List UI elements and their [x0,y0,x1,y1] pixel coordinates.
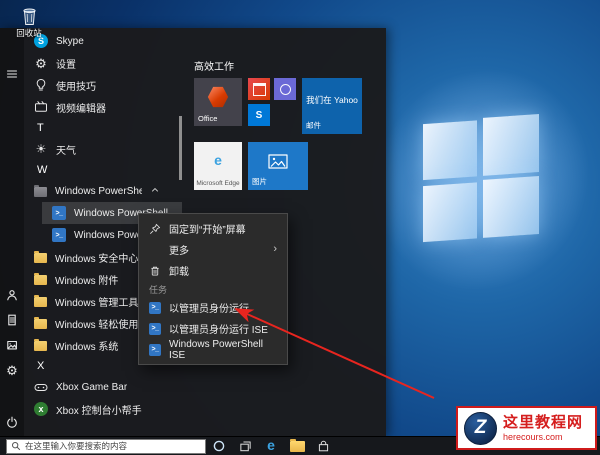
cortana-button[interactable] [206,437,232,455]
context-item-run-as-admin[interactable]: 以管理员身份运行 [139,297,287,318]
tile-small-calendar[interactable] [248,78,270,100]
chevron-up-icon [150,185,160,198]
search-input[interactable] [25,441,201,451]
folder-icon [34,294,47,307]
file-explorer-button[interactable] [284,437,310,455]
weather-sun-icon [34,142,48,156]
xbox-icon [34,402,48,416]
lightbulb-icon [34,78,48,92]
start-menu-rail [0,28,24,437]
watermark-site-name: 这里教程网 [503,414,584,432]
tile-photos[interactable]: 图片 [248,142,308,190]
watermark-logo [464,411,497,445]
recycle-bin-icon [22,8,36,25]
mail-promo-text: 我们在 Yahoo [306,95,358,105]
pictures-icon [7,340,17,350]
edge-icon [194,144,242,172]
document-icon [8,314,16,326]
edge-taskbar-button[interactable] [258,437,284,455]
app-list-item-video-editor[interactable]: 视频编辑器 [24,96,182,118]
power-icon [7,416,17,428]
app-list-section-T[interactable]: T [24,118,182,138]
cortana-icon [213,440,225,452]
context-menu: 固定到“开始”屏幕 更多 卸载 任务 以管理员身份运行 以管理员身份运行 ISE… [138,213,288,365]
app-list-group-windows-powershell[interactable]: Windows PowerShell [24,180,182,202]
app-list-item-settings[interactable]: 设置 [24,52,182,74]
hamburger-icon [6,70,18,78]
desktop: 回收站 ⚙ S Skype ⚙ 设置 使用技巧 视频编辑器 T ☀ 天气 W W… [0,0,600,455]
documents-button[interactable] [0,308,24,332]
taskbar-search-box[interactable] [6,438,206,454]
folder-icon [34,338,47,351]
pictures-button[interactable] [0,333,24,357]
recycle-bin-label: 回收站 [16,28,42,38]
office-logo-icon [207,86,229,108]
context-item-pin-to-start[interactable]: 固定到“开始”屏幕 [139,218,287,239]
photos-icon [268,154,288,169]
chevron-right-icon [273,244,277,255]
app-list-item-weather[interactable]: 天气 [24,138,182,160]
gamepad-icon [34,380,48,394]
tile-small-people[interactable] [274,78,296,100]
tile-group-title: 高效工作 [194,62,234,73]
app-list-item-tips[interactable]: 使用技巧 [24,74,182,96]
folder-icon [34,316,47,329]
app-list-section-W[interactable]: W [24,160,182,180]
user-icon [7,290,17,301]
powershell-icon [52,228,66,242]
powershell-ise-icon [149,322,161,335]
powershell-icon [52,206,66,220]
context-item-uninstall[interactable]: 卸载 [139,260,287,281]
context-section-tasks: 任务 [149,284,168,295]
context-item-powershell-ise[interactable]: Windows PowerShell ISE [139,339,287,361]
app-list-item-xbox-console-companion[interactable]: Xbox 控制台小帮手 [24,398,182,420]
folder-icon [34,272,47,285]
video-editor-icon [34,100,48,114]
tile-microsoft-edge[interactable]: Microsoft Edge [194,142,242,190]
gear-icon [34,56,48,70]
windows-wallpaper-logo [375,62,589,298]
powershell-ise-icon [149,343,161,356]
watermark-site-url: herecours.com [503,431,563,442]
context-item-run-ise-as-admin[interactable]: 以管理员身份运行 ISE [139,318,287,339]
tile-office[interactable]: Office [194,78,242,126]
tile-mail[interactable]: 我们在 Yahoo 邮件 [302,78,362,134]
context-item-more[interactable]: 更多 [139,239,287,260]
folder-icon [289,438,305,452]
app-folder-icon [34,184,47,197]
app-list-item-xbox-game-bar[interactable]: Xbox Game Bar [24,376,182,398]
task-view-icon [239,441,251,451]
logo-glow [375,62,589,298]
recycle-bin[interactable]: 回收站 [8,6,50,39]
powershell-icon [149,301,161,314]
store-bag-icon [318,440,328,451]
settings-button[interactable] [0,358,24,382]
task-view-button[interactable] [232,437,258,455]
power-button[interactable] [0,410,24,434]
menu-expand-button[interactable] [0,62,24,86]
user-account-button[interactable] [0,283,24,307]
app-list-scrollbar[interactable] [179,116,182,180]
edge-icon [267,437,275,455]
pin-icon [149,223,161,235]
trash-icon [149,265,161,277]
store-button[interactable] [310,437,336,455]
site-watermark: 这里教程网 herecours.com [456,406,597,450]
search-icon [11,441,21,451]
tile-small-skype[interactable] [248,104,270,126]
gear-icon [5,363,19,377]
folder-icon [34,250,47,263]
